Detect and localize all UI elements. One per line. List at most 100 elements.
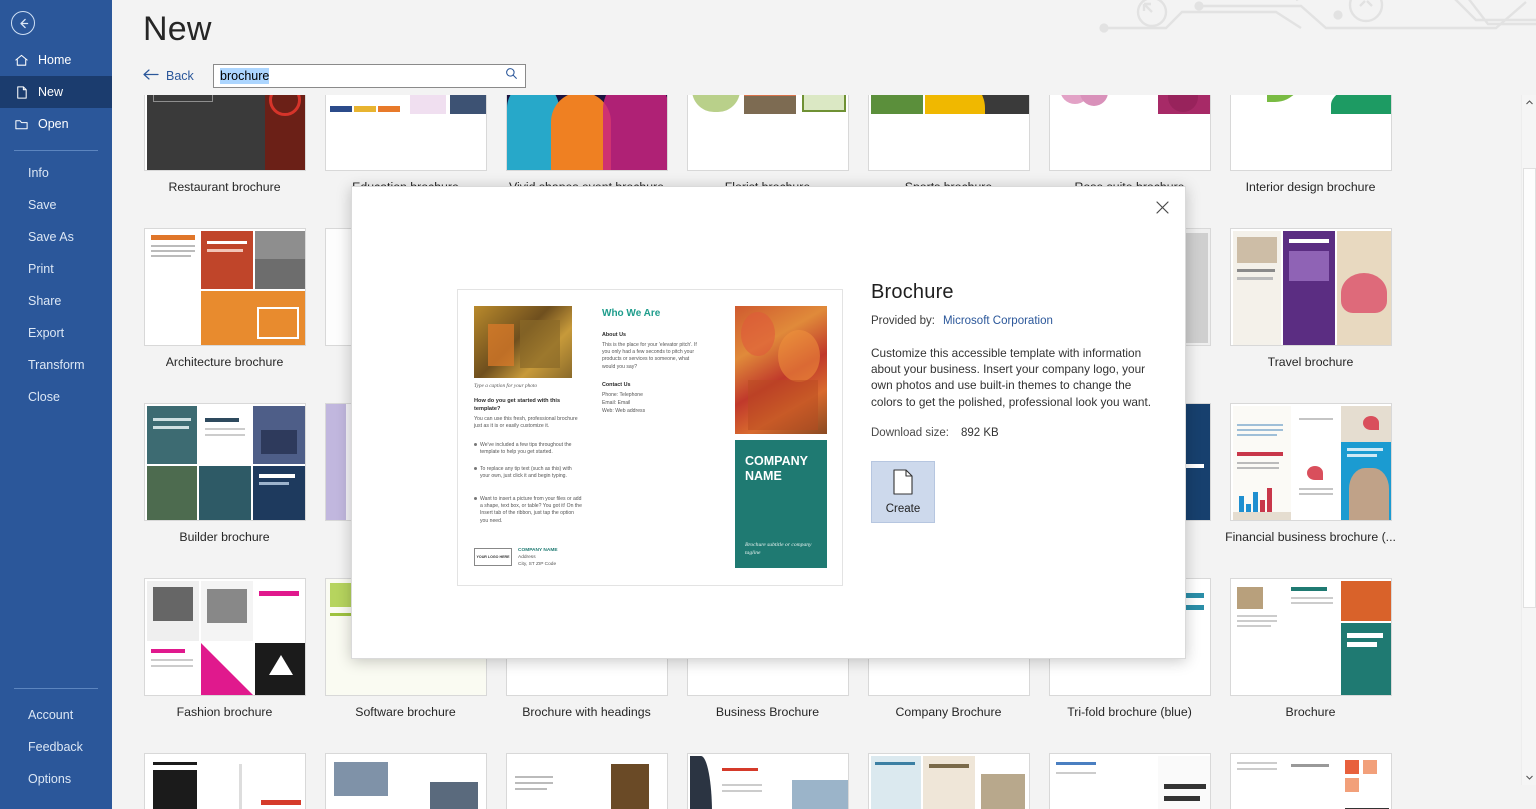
template-thumbnail[interactable] <box>505 95 668 171</box>
template-thumbnail[interactable] <box>1229 578 1392 696</box>
back-button[interactable]: Back <box>143 69 213 83</box>
preview-left-heading: How do you get started with this templat… <box>474 398 561 412</box>
template-preview-dialog: Type a caption for your photo How do you… <box>351 186 1186 659</box>
sidebar-item-options[interactable]: Options <box>0 763 112 795</box>
template-card[interactable] <box>1039 747 1220 809</box>
new-document-icon <box>14 85 29 100</box>
left-arrow-icon <box>143 69 159 83</box>
template-card[interactable]: Interior design brochure <box>1220 95 1401 222</box>
sidebar-item-share[interactable]: Share <box>0 285 112 317</box>
template-label: Restaurant brochure <box>168 180 281 194</box>
home-icon <box>14 53 29 68</box>
template-card[interactable] <box>1220 747 1401 809</box>
template-thumbnail[interactable] <box>143 228 306 346</box>
template-thumbnail[interactable] <box>686 95 849 171</box>
template-thumbnail[interactable] <box>1048 753 1211 809</box>
template-card[interactable]: Financial business brochure (... <box>1220 397 1401 572</box>
sidebar-divider <box>14 150 98 151</box>
template-thumbnail[interactable] <box>686 753 849 809</box>
preview-about-body: This is the place for your 'elevator pit… <box>602 342 697 370</box>
sidebar-item-close[interactable]: Close <box>0 381 112 413</box>
template-thumbnail[interactable] <box>1229 95 1392 171</box>
sidebar-primary-nav: Home New Open Info Save Save As Print Sh… <box>0 44 112 413</box>
template-thumbnail[interactable] <box>1048 95 1211 171</box>
search-icon[interactable] <box>505 67 518 85</box>
sidebar-item-print[interactable]: Print <box>0 253 112 285</box>
sidebar-item-new[interactable]: New <box>0 76 112 108</box>
template-label: Software brochure <box>355 705 456 719</box>
office-backstage-new-screen: Home New Open Info Save Save As Print Sh… <box>0 0 1536 809</box>
template-thumbnail[interactable] <box>867 95 1030 171</box>
template-thumbnail[interactable] <box>1229 753 1392 809</box>
create-button-label: Create <box>885 502 921 515</box>
preview-contact-heading: Contact Us <box>602 382 631 388</box>
scroll-up-icon[interactable] <box>1522 95 1536 110</box>
template-thumbnail[interactable] <box>143 753 306 809</box>
template-details: Brochure Provided by: Microsoft Corporati… <box>871 281 1171 523</box>
template-card[interactable] <box>134 747 315 809</box>
template-card[interactable] <box>496 747 677 809</box>
scroll-down-icon[interactable] <box>1522 770 1536 785</box>
scrollbar-thumb[interactable] <box>1523 168 1536 608</box>
template-label: Brochure with headings <box>522 705 651 719</box>
template-card[interactable]: Brochure <box>1220 572 1401 747</box>
provider-row: Provided by: Microsoft Corporation <box>871 315 1171 327</box>
sidebar-item-open[interactable]: Open <box>0 108 112 140</box>
template-thumbnail[interactable] <box>505 753 668 809</box>
close-icon[interactable] <box>1149 194 1175 220</box>
template-card[interactable]: Builder brochure <box>134 397 315 572</box>
preview-cover-company: COMPANY NAME <box>745 454 808 483</box>
provided-by-label: Provided by: <box>871 315 935 327</box>
sidebar-item-home[interactable]: Home <box>0 44 112 76</box>
preview-contact-line-1: Phone: Telephone <box>602 392 643 398</box>
template-preview-image: Type a caption for your photo How do you… <box>457 289 843 586</box>
sidebar-item-export[interactable]: Export <box>0 317 112 349</box>
template-card[interactable] <box>677 747 858 809</box>
template-card[interactable]: Fashion brochure <box>134 572 315 747</box>
gallery-scrollbar[interactable] <box>1521 95 1536 785</box>
preview-left-body: You can use this fresh, professional bro… <box>474 416 578 430</box>
back-arrow-circle-icon[interactable] <box>11 11 35 35</box>
template-thumbnail[interactable] <box>143 95 306 171</box>
template-label: Tri-fold brochure (blue) <box>1067 705 1192 719</box>
template-card[interactable]: Restaurant brochure <box>134 95 315 222</box>
template-thumbnail[interactable] <box>143 403 306 521</box>
template-card[interactable] <box>315 747 496 809</box>
page-title: New <box>143 10 212 48</box>
template-label: Company Brochure <box>895 705 1002 719</box>
preview-cover-tagline: Brochure subtitle or company tagline <box>745 542 812 556</box>
sidebar-item-feedback[interactable]: Feedback <box>0 731 112 763</box>
sidebar-item-account[interactable]: Account <box>0 699 112 731</box>
download-size-value: 892 KB <box>960 426 999 439</box>
template-thumbnail[interactable] <box>324 753 487 809</box>
sidebar-item-label: Home <box>38 53 72 67</box>
template-thumbnail[interactable] <box>1229 228 1392 346</box>
sidebar-item-info[interactable]: Info <box>0 157 112 189</box>
sidebar-item-save[interactable]: Save <box>0 189 112 221</box>
template-card[interactable]: Architecture brochure <box>134 222 315 397</box>
template-description: Customize this accessible template with … <box>871 346 1152 409</box>
preview-bullet-3: Want to insert a picture from your files… <box>480 496 582 524</box>
template-thumbnail[interactable] <box>143 578 306 696</box>
search-row: Back brochure <box>143 64 526 88</box>
template-label: Travel brochure <box>1267 355 1354 369</box>
template-card[interactable] <box>858 747 1039 809</box>
document-icon <box>892 469 914 500</box>
provider-name: Microsoft Corporation <box>942 315 1053 327</box>
scrollbar-track[interactable] <box>1522 110 1536 770</box>
create-button[interactable]: Create <box>871 460 935 523</box>
template-thumbnail[interactable] <box>1229 403 1392 521</box>
download-size-row: Download size: 892 KB <box>871 427 1171 439</box>
sidebar-item-save-as[interactable]: Save As <box>0 221 112 253</box>
search-input[interactable]: brochure <box>213 64 526 88</box>
template-card[interactable]: Travel brochure <box>1220 222 1401 397</box>
template-label: Business Brochure <box>715 705 820 719</box>
preview-contact-line-2: Email: Email <box>602 400 631 406</box>
sidebar-secondary-nav: Account Feedback Options <box>0 678 112 795</box>
sidebar-item-transform[interactable]: Transform <box>0 349 112 381</box>
preview-footer-company: COMPANY NAME <box>518 548 558 553</box>
template-label: Financial business brochure (... <box>1225 530 1396 544</box>
template-label: Fashion brochure <box>176 705 273 719</box>
template-thumbnail[interactable] <box>867 753 1030 809</box>
template-thumbnail[interactable] <box>324 95 487 171</box>
